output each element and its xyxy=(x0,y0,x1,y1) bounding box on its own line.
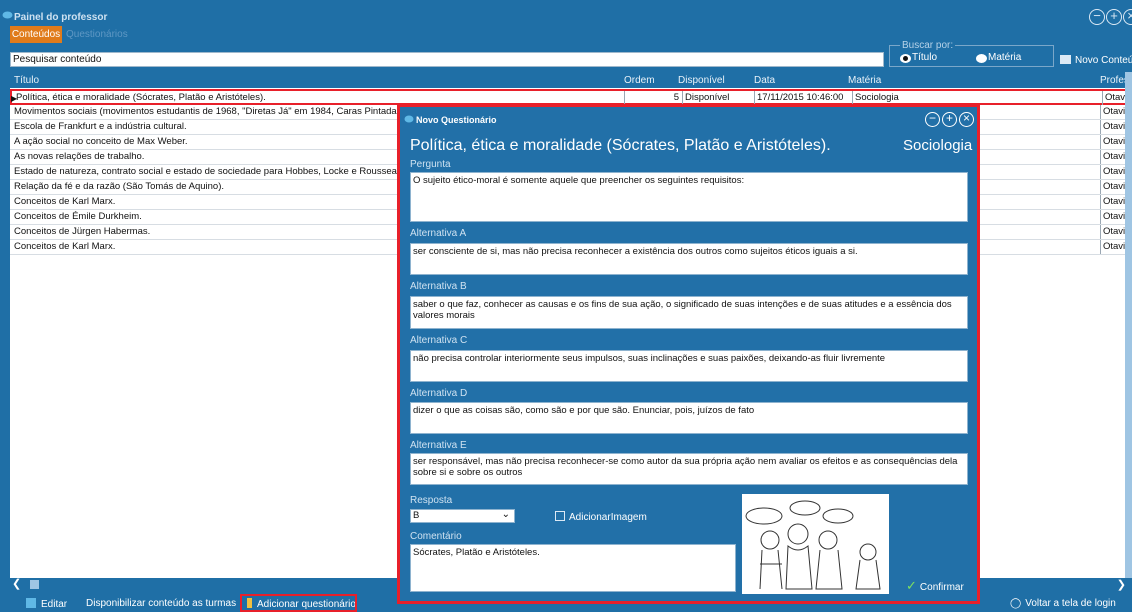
alt-a-field[interactable]: ser consciente de si, mas não precisa re… xyxy=(410,243,968,275)
dialog-maximize-icon[interactable]: + xyxy=(942,112,957,127)
alt-b-label: Alternativa B xyxy=(410,281,467,292)
cell-title: Estado de natureza, contrato social e es… xyxy=(14,166,399,177)
title-bar: Painel do professor − + × xyxy=(0,0,1132,26)
search-by-group: Buscar por: Título Matéria xyxy=(889,40,1054,67)
alt-e-field[interactable]: ser responsável, mas não precisa reconhe… xyxy=(410,453,968,485)
back-login-label: Voltar a tela de login xyxy=(1025,598,1116,609)
radio-titulo-label[interactable]: Título xyxy=(912,52,937,63)
cell-title: Conceitos de Karl Marx. xyxy=(14,241,116,252)
cell-date: 17/11/2015 10:46:00 xyxy=(754,91,852,105)
alt-a-label: Alternativa A xyxy=(410,228,467,239)
pencil-icon xyxy=(26,598,36,608)
cell-available: Disponível xyxy=(682,91,754,105)
new-questionnaire-dialog: Novo Questionário − + × Política, ética … xyxy=(397,104,980,604)
search-by-legend: Buscar por: xyxy=(900,40,956,51)
question-label: Pergunta xyxy=(410,159,451,170)
cell-order: 5 xyxy=(624,91,682,105)
cell-title: A ação social no conceito de Max Weber. xyxy=(14,136,188,147)
cell-subject: Sociologia xyxy=(852,91,952,105)
edit-button[interactable]: Editar xyxy=(26,598,67,610)
app-title: Painel do professor xyxy=(14,12,108,23)
add-questionnaire-highlight xyxy=(240,594,357,612)
cell-title: Conceitos de Émile Durkheim. xyxy=(14,211,142,222)
new-content-button[interactable]: Novo Conteúdo xyxy=(1060,55,1132,66)
dialog-minimize-icon[interactable]: − xyxy=(925,112,940,127)
dialog-title: Novo Questionário xyxy=(416,115,497,125)
alt-d-label: Alternativa D xyxy=(410,388,468,399)
scroll-left-icon[interactable]: ❮ xyxy=(12,579,22,590)
question-image xyxy=(742,494,889,594)
alt-c-label: Alternativa C xyxy=(410,335,468,346)
alt-d-field[interactable]: dizer o que as coisas são, como são e po… xyxy=(410,402,968,434)
confirm-label: Confirmar xyxy=(919,582,964,593)
scroll-right-icon[interactable]: ❯ xyxy=(1117,578,1126,591)
cell-title: Movimentos sociais (movimentos estudanti… xyxy=(14,106,399,117)
cell-title: Relação da fé e da razão (São Tomás de A… xyxy=(14,181,225,192)
header-titulo[interactable]: Título xyxy=(14,75,39,86)
back-icon: ◯ xyxy=(1010,598,1022,609)
minimize-icon[interactable]: − xyxy=(1089,9,1105,25)
radio-materia-label[interactable]: Matéria xyxy=(988,52,1021,63)
answer-select[interactable]: B ⌄ xyxy=(410,509,515,523)
cell-title: Conceitos de Jürgen Habermas. xyxy=(14,226,151,237)
alt-e-label: Alternativa E xyxy=(410,440,467,451)
new-content-label: Novo Conteúdo xyxy=(1075,55,1132,66)
answer-value: B xyxy=(413,510,420,521)
close-icon[interactable]: × xyxy=(1123,9,1132,25)
scroll-thumb[interactable] xyxy=(30,580,39,589)
cell-title: Política, ética e moralidade (Sócrates, … xyxy=(16,92,266,103)
header-disponivel[interactable]: Disponível xyxy=(678,75,725,86)
header-materia[interactable]: Matéria xyxy=(848,75,881,86)
dialog-subject: Sociologia xyxy=(903,137,973,154)
maximize-icon[interactable]: + xyxy=(1106,9,1122,25)
radio-titulo[interactable] xyxy=(900,54,911,63)
comment-label: Comentário xyxy=(410,531,462,542)
publish-button[interactable]: Disponibilizar conteúdo as turmas xyxy=(86,598,236,609)
check-icon: ✓ xyxy=(906,578,917,593)
alt-c-field[interactable]: não precisa controlar interiormente seus… xyxy=(410,350,968,382)
tab-bar: Conteúdos Questionários xyxy=(0,26,1132,43)
app-logo-icon xyxy=(2,11,13,19)
edit-label: Editar xyxy=(41,599,68,610)
dialog-close-icon[interactable]: × xyxy=(959,112,974,127)
header-ordem[interactable]: Ordem xyxy=(624,75,655,86)
answer-label: Resposta xyxy=(410,495,453,506)
chevron-down-icon: ⌄ xyxy=(501,509,510,520)
dialog-heading: Política, ética e moralidade (Sócrates, … xyxy=(410,137,831,154)
confirm-button[interactable]: ✓ Confirmar xyxy=(906,578,964,594)
back-login-button[interactable]: ◯ Voltar a tela de login xyxy=(1010,598,1116,609)
comment-field[interactable]: Sócrates, Platão e Aristóteles. xyxy=(410,544,736,592)
table-row-selected[interactable]: ▶ Política, ética e moralidade (Sócrates… xyxy=(10,89,1130,105)
alt-b-field[interactable]: saber o que faz, conhecer as causas e os… xyxy=(410,296,968,329)
dialog-logo-icon xyxy=(404,115,414,123)
tab-conteudos[interactable]: Conteúdos xyxy=(10,26,62,43)
cell-title: Conceitos de Karl Marx. xyxy=(14,196,116,207)
vertical-scrollbar[interactable] xyxy=(1125,72,1132,578)
table-header: Título Ordem Disponível Data Matéria Pro… xyxy=(10,72,1130,88)
search-input[interactable]: Pesquisar conteúdo xyxy=(10,52,884,67)
tab-questionarios[interactable]: Questionários xyxy=(66,26,128,43)
new-content-icon xyxy=(1060,55,1071,64)
add-image-label: AdicionarImagem xyxy=(569,512,647,523)
image-icon xyxy=(555,511,565,521)
add-image-button[interactable]: AdicionarImagem xyxy=(555,511,647,523)
question-field[interactable]: O sujeito ético-moral é somente aquele q… xyxy=(410,172,968,222)
radio-materia[interactable] xyxy=(976,54,987,63)
header-data[interactable]: Data xyxy=(754,75,775,86)
cell-title: Escola de Frankfurt e a indústria cultur… xyxy=(14,121,187,132)
cell-title: As novas relações de trabalho. xyxy=(14,151,145,162)
philosophers-cartoon-icon xyxy=(745,500,881,590)
